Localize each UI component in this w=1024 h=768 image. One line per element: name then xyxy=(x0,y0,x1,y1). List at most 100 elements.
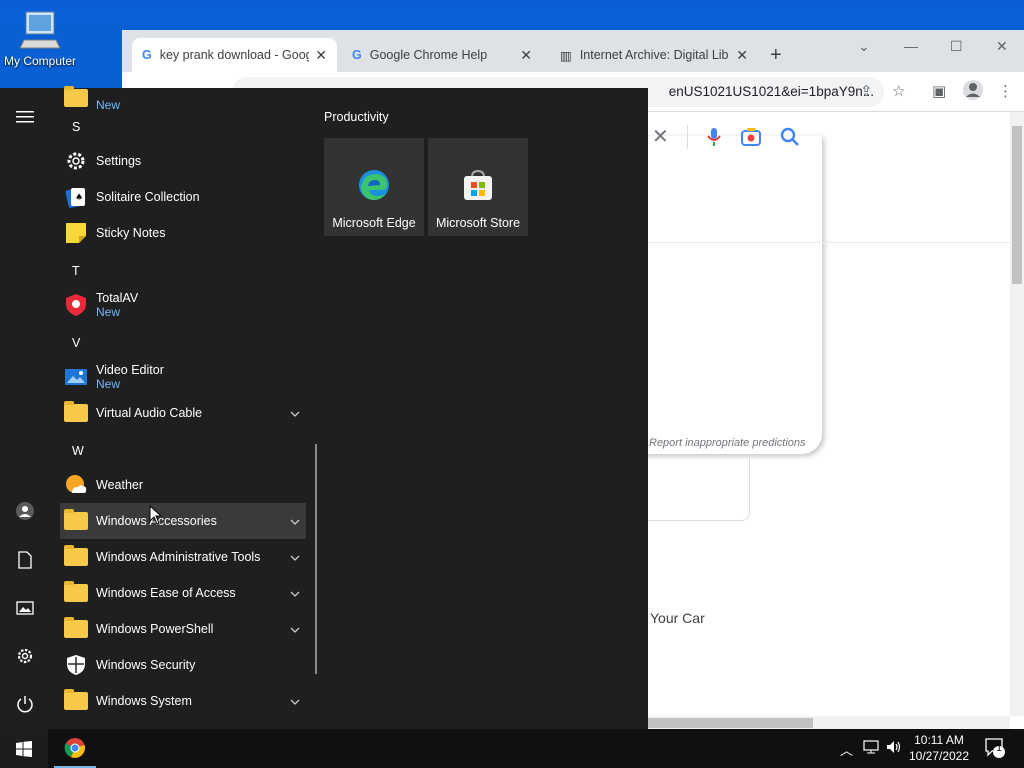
close-window-button[interactable]: ✕ xyxy=(996,38,1008,55)
settings-gear-icon[interactable] xyxy=(14,645,36,667)
app-label: Solitaire Collection xyxy=(96,190,200,204)
letter-header-v[interactable]: V xyxy=(72,336,80,350)
app-virtual-audio-cable[interactable]: Virtual Audio Cable xyxy=(60,395,306,431)
start-rail xyxy=(0,88,50,729)
app-windows-powershell[interactable]: Windows PowerShell xyxy=(60,611,306,647)
search-box-icons: ✕ xyxy=(652,124,800,149)
app-windows-system[interactable]: Windows System xyxy=(60,683,306,719)
share-icon[interactable]: ⇪ xyxy=(860,82,873,100)
tab-chrome-help[interactable]: G Google Chrome Help ✕ xyxy=(342,38,542,72)
folder-icon xyxy=(64,401,88,425)
start-button[interactable] xyxy=(0,729,48,768)
report-predictions-link[interactable]: Report inappropriate predictions xyxy=(649,437,806,449)
tile-microsoft-edge[interactable]: Microsoft Edge xyxy=(324,138,424,236)
app-label: Settings xyxy=(96,154,142,168)
close-tab-icon[interactable]: ✕ xyxy=(520,47,532,64)
search-icon[interactable] xyxy=(780,127,800,147)
new-tab-button[interactable]: + xyxy=(770,44,782,67)
tile-microsoft-store[interactable]: Microsoft Store xyxy=(428,138,528,236)
app-totalav[interactable]: TotalAV New xyxy=(60,287,306,323)
app-label: Video Editor xyxy=(96,363,164,377)
pictures-icon[interactable] xyxy=(14,597,36,619)
tab-search-icon[interactable]: ⌄ xyxy=(858,38,870,55)
folder-icon xyxy=(64,86,88,110)
profile-icon[interactable] xyxy=(962,79,984,105)
voice-search-icon[interactable] xyxy=(706,127,722,147)
minimize-button[interactable]: — xyxy=(904,38,918,54)
app-partial-top[interactable]: New xyxy=(60,80,306,116)
network-icon[interactable] xyxy=(863,740,879,757)
folder-icon xyxy=(64,689,88,713)
app-label: Windows PowerShell xyxy=(96,622,214,636)
chevron-down-icon[interactable] xyxy=(290,550,300,564)
edge-icon xyxy=(359,170,389,200)
result-card xyxy=(648,454,750,521)
vertical-scrollbar[interactable] xyxy=(1010,112,1024,716)
chevron-down-icon[interactable] xyxy=(290,622,300,636)
more-menu-icon[interactable]: ⋮ xyxy=(998,82,1013,100)
windows-logo-icon xyxy=(16,740,32,757)
settings-icon xyxy=(64,149,88,173)
notification-count: 1 xyxy=(996,743,1002,754)
volume-icon[interactable] xyxy=(886,740,902,757)
app-video-editor[interactable]: Video Editor New xyxy=(60,359,306,395)
scrollbar-thumb[interactable] xyxy=(648,718,813,728)
horizontal-scrollbar[interactable] xyxy=(648,716,1010,730)
app-windows-accessories[interactable]: Windows Accessories xyxy=(60,503,306,539)
desktop-icon-my-computer[interactable]: My Computer xyxy=(0,8,80,68)
letter-header-w[interactable]: W xyxy=(72,444,84,458)
close-tab-icon[interactable]: ✕ xyxy=(315,47,327,64)
clear-search-icon[interactable]: ✕ xyxy=(652,124,669,149)
app-label: Weather xyxy=(96,478,144,492)
clock[interactable]: 10:11 AM 10/27/2022 xyxy=(904,732,974,764)
app-label: Virtual Audio Cable xyxy=(96,406,203,420)
new-badge: New xyxy=(96,98,121,112)
chevron-down-icon[interactable] xyxy=(290,406,300,420)
app-settings[interactable]: Settings xyxy=(60,143,306,179)
sticky-notes-icon xyxy=(64,221,88,245)
app-weather[interactable]: Weather xyxy=(60,467,306,503)
chevron-down-icon[interactable] xyxy=(290,514,300,528)
chrome-icon xyxy=(64,737,85,758)
app-list-scrollbar[interactable] xyxy=(315,444,317,674)
lens-icon[interactable] xyxy=(740,127,762,147)
google-g-icon: G xyxy=(352,48,362,62)
totalav-shield-icon xyxy=(64,293,88,317)
documents-icon[interactable] xyxy=(14,549,36,571)
action-center-button[interactable]: 1 xyxy=(984,737,1006,762)
tab-key-prank[interactable]: G key prank download - Goog ✕ xyxy=(132,38,337,72)
chevron-down-icon[interactable] xyxy=(290,586,300,600)
maximize-button[interactable]: ☐ xyxy=(950,38,963,55)
folder-icon xyxy=(64,617,88,641)
chevron-down-icon[interactable] xyxy=(290,694,300,708)
letter-header-s[interactable]: S xyxy=(72,120,80,134)
start-menu: New S Settings ♠ Solitaire Collection St… xyxy=(0,86,648,729)
letter-header-t[interactable]: T xyxy=(72,264,80,278)
app-solitaire[interactable]: ♠ Solitaire Collection xyxy=(60,179,306,215)
taskbar-chrome-button[interactable] xyxy=(54,729,96,768)
weather-icon xyxy=(64,473,88,497)
app-label: Windows Ease of Access xyxy=(96,586,236,600)
app-windows-security[interactable]: Windows Security xyxy=(60,647,306,683)
new-badge: New xyxy=(96,377,121,391)
power-icon[interactable] xyxy=(14,693,36,715)
bookmark-star-icon[interactable]: ☆ xyxy=(892,82,905,100)
app-windows-administrative-tools[interactable]: Windows Administrative Tools xyxy=(60,539,306,575)
result-snippet[interactable]: Your Car xyxy=(650,610,705,626)
app-windows-ease-of-access[interactable]: Windows Ease of Access xyxy=(60,575,306,611)
tab-internet-archive[interactable]: ▥ Internet Archive: Digital Lib ✕ xyxy=(550,38,758,72)
user-account-icon[interactable] xyxy=(14,500,36,522)
store-icon xyxy=(464,169,492,200)
divider xyxy=(686,124,688,149)
app-sticky-notes[interactable]: Sticky Notes xyxy=(60,215,306,251)
close-tab-icon[interactable]: ✕ xyxy=(736,47,748,64)
scrollbar-thumb[interactable] xyxy=(1012,126,1022,284)
side-panel-icon[interactable]: ▣ xyxy=(932,82,946,100)
show-hidden-icons-chevron[interactable]: ︿ xyxy=(840,740,853,759)
video-editor-icon xyxy=(64,365,88,389)
tile-group-title[interactable]: Productivity xyxy=(324,110,389,124)
tab-strip: G key prank download - Goog ✕ G Google C… xyxy=(122,30,1024,72)
folder-icon xyxy=(64,581,88,605)
tile-label: Microsoft Store xyxy=(435,216,521,230)
hamburger-menu-icon[interactable] xyxy=(14,106,36,128)
